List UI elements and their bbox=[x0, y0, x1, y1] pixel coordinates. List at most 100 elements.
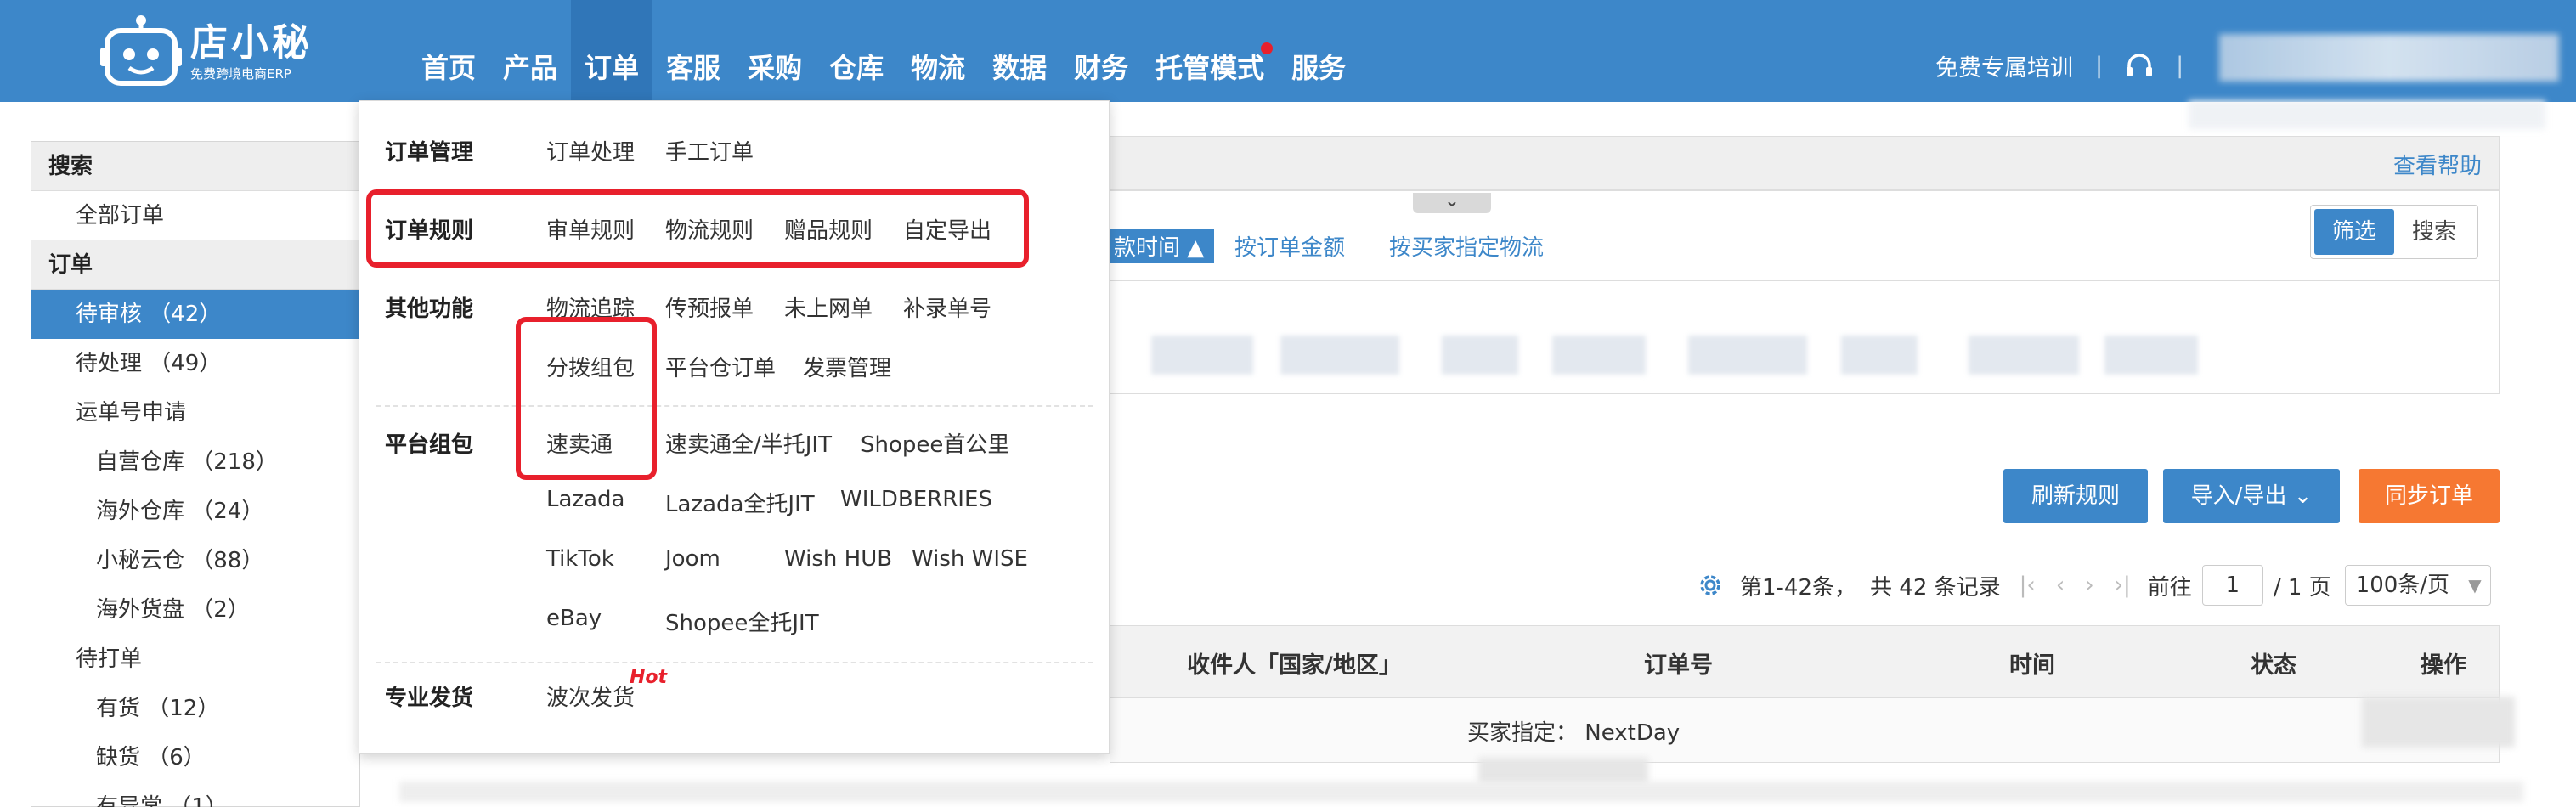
blurred-filter-chip bbox=[1841, 336, 1918, 375]
menu-item-ebay[interactable]: eBay bbox=[546, 606, 602, 631]
sidebar-item-xiaomi-cloud[interactable]: 小秘云仓 （88） bbox=[31, 536, 359, 585]
column-header-actions: 操作 bbox=[2421, 652, 2466, 679]
column-header-order-no: 订单号 bbox=[1644, 652, 1713, 679]
menu-item-not-online[interactable]: 未上网单 bbox=[784, 291, 873, 323]
page-size-select[interactable]: 100条/页 ▼ bbox=[2344, 565, 2491, 606]
blurred-filter-chip bbox=[1969, 336, 2079, 375]
prev-page-icon[interactable]: ‹ bbox=[2056, 573, 2065, 598]
nav-customer-service[interactable]: 客服 bbox=[652, 0, 734, 102]
dropdown-category-pro-shipping: 专业发货 bbox=[385, 686, 474, 711]
collapse-toggle[interactable]: ⌄ bbox=[1413, 190, 1491, 213]
menu-item-platform-warehouse-order[interactable]: 平台仓订单 bbox=[665, 351, 776, 382]
nav-purchasing[interactable]: 采购 bbox=[734, 0, 816, 102]
last-page-icon[interactable]: ›| bbox=[2115, 573, 2131, 598]
sidebar-item-own-warehouse[interactable]: 自营仓库 （218） bbox=[31, 437, 359, 487]
nav-orders[interactable]: 订单 bbox=[571, 0, 653, 102]
blurred-filter-chip bbox=[1442, 336, 1518, 375]
menu-item-invoice-management[interactable]: 发票管理 bbox=[803, 351, 891, 382]
filter-toggle-button[interactable]: 筛选 bbox=[2314, 209, 2394, 255]
nav-products[interactable]: 产品 bbox=[489, 0, 571, 102]
blurred-filter-chip bbox=[1151, 336, 1253, 375]
import-export-label: 导入/导出 bbox=[2190, 483, 2287, 509]
sidebar-item-overseas-pallet[interactable]: 海外货盘 （2） bbox=[31, 585, 359, 635]
highlight-box-order-rules bbox=[366, 189, 1029, 268]
sidebar-item-to-print[interactable]: 待打单 bbox=[31, 635, 359, 684]
pager-range: 第1-42条， bbox=[1740, 574, 1857, 601]
help-bar: 查看帮助 bbox=[1110, 136, 2500, 190]
menu-item-lazada-jit[interactable]: Lazada全托JIT bbox=[665, 487, 815, 518]
top-navbar: 店小秘 免费跨境电商ERP 首页 产品 订单 客服 采购 仓库 物流 数据 财务… bbox=[0, 0, 2576, 102]
sidebar-item-out-of-stock[interactable]: 缺货 （6） bbox=[31, 733, 359, 782]
chevron-down-icon: ⌄ bbox=[1443, 190, 1460, 212]
menu-item-shopee-first-mile[interactable]: Shopee首公里 bbox=[861, 427, 1009, 459]
refresh-rules-button[interactable]: 刷新规则 bbox=[2003, 469, 2148, 523]
page-size-value: 100条/页 bbox=[2355, 573, 2450, 598]
sidebar-item-all-orders[interactable]: 全部订单 bbox=[31, 191, 359, 240]
pager-total: 共 42 条记录 bbox=[1870, 574, 2001, 601]
menu-item-supplement-number[interactable]: 补录单号 bbox=[903, 291, 991, 323]
order-sidebar: 搜索 全部订单 订单 待审核 （42） 待处理 （49） 运单号申请 自营仓库 … bbox=[31, 141, 360, 807]
sidebar-item-exception[interactable]: 有异常 （1） bbox=[31, 782, 359, 807]
view-help-link[interactable]: 查看帮助 bbox=[2393, 149, 2482, 180]
sync-orders-button[interactable]: 同步订单 bbox=[2359, 469, 2500, 523]
brand-logo[interactable]: 店小秘 免费跨境电商ERP bbox=[100, 14, 313, 90]
menu-item-lazada[interactable]: Lazada bbox=[546, 487, 624, 512]
goto-label: 前往 bbox=[2147, 574, 2192, 601]
filter-panel: ⌄ 款时间 ▲ 按订单金额 按买家指定物流 筛选 搜索 bbox=[1110, 190, 2500, 394]
blurred-filter-chip bbox=[2104, 336, 2198, 375]
buyer-specified-note: 买家指定： NextDay bbox=[1467, 720, 1681, 746]
menu-item-order-processing[interactable]: 订单处理 bbox=[546, 135, 635, 166]
menu-item-pre-report[interactable]: 传预报单 bbox=[665, 291, 754, 323]
notification-dot-icon bbox=[1261, 42, 1274, 54]
menu-item-manual-order[interactable]: 手工订单 bbox=[665, 135, 754, 166]
menu-item-wish-wise[interactable]: Wish WISE bbox=[912, 546, 1028, 572]
table-row[interactable]: 买家指定： NextDay bbox=[1110, 698, 2500, 763]
first-page-icon[interactable]: |‹ bbox=[2020, 573, 2036, 598]
menu-item-wish-hub[interactable]: Wish HUB bbox=[784, 546, 892, 572]
page-count: / 1 页 bbox=[2273, 574, 2331, 601]
headset-icon[interactable] bbox=[2125, 53, 2154, 79]
menu-item-wildberries[interactable]: WILDBERRIES bbox=[840, 487, 992, 512]
nav-home[interactable]: 首页 bbox=[408, 0, 489, 102]
menu-item-tiktok[interactable]: TikTok bbox=[546, 546, 614, 572]
dropdown-category-platform-packing: 平台组包 bbox=[385, 432, 474, 458]
sidebar-item-to-process[interactable]: 待处理 （49） bbox=[31, 339, 359, 388]
sidebar-item-pending-review[interactable]: 待审核 （42） bbox=[31, 290, 359, 339]
chevron-down-icon: ▼ bbox=[2468, 575, 2482, 595]
page-number-input[interactable]: 1 bbox=[2201, 565, 2263, 606]
menu-item-wave-shipping[interactable]: 波次发货 bbox=[546, 680, 635, 712]
free-training-link[interactable]: 免费专属培训 bbox=[1935, 49, 2073, 82]
nav-hosting-mode[interactable]: 托管模式 bbox=[1142, 0, 1278, 102]
blurred-filter-chip bbox=[1280, 336, 1399, 375]
nav-services[interactable]: 服务 bbox=[1278, 0, 1359, 102]
menu-item-shopee-jit[interactable]: Shopee全托JIT bbox=[665, 606, 819, 637]
dropdown-category-order-management: 订单管理 bbox=[385, 140, 474, 166]
nav-warehouse[interactable]: 仓库 bbox=[816, 0, 897, 102]
chevron-down-icon: ⌄ bbox=[2293, 483, 2313, 509]
sort-by-amount[interactable]: 按订单金额 bbox=[1234, 230, 1345, 262]
sort-pay-time[interactable]: 款时间 ▲ bbox=[1110, 229, 1215, 263]
nav-logistics[interactable]: 物流 bbox=[897, 0, 979, 102]
import-export-button[interactable]: 导入/导出 ⌄ bbox=[2163, 469, 2340, 523]
highlight-box-split-pack bbox=[516, 317, 657, 480]
sidebar-group-orders: 订单 bbox=[31, 240, 359, 290]
sidebar-item-overseas-warehouse[interactable]: 海外仓库 （24） bbox=[31, 487, 359, 536]
pagination: 第1-42条， 共 42 条记录 |‹ ‹ › ›| 前往 1 / 1 页 10… bbox=[1696, 564, 2491, 607]
sidebar-item-waybill-request[interactable]: 运单号申请 bbox=[31, 388, 359, 437]
gear-icon[interactable] bbox=[1696, 571, 1725, 600]
blurred-account-area bbox=[2219, 34, 2559, 82]
menu-item-joom[interactable]: Joom bbox=[665, 546, 720, 572]
nav-finance[interactable]: 财务 bbox=[1060, 0, 1142, 102]
column-header-status: 状态 bbox=[2251, 652, 2296, 679]
filter-search-toggle: 筛选 搜索 bbox=[2310, 205, 2478, 259]
menu-item-aliexpress-jit[interactable]: 速卖通全/半托JIT bbox=[665, 427, 832, 459]
brand-tagline: 免费跨境电商ERP bbox=[190, 66, 291, 82]
blurred-strip bbox=[2189, 100, 2545, 129]
search-toggle-button[interactable]: 搜索 bbox=[2394, 209, 2474, 255]
sort-by-buyer-logistics[interactable]: 按买家指定物流 bbox=[1389, 230, 1544, 262]
nav-data[interactable]: 数据 bbox=[979, 0, 1060, 102]
sidebar-item-in-stock[interactable]: 有货 （12） bbox=[31, 684, 359, 733]
next-page-icon[interactable]: › bbox=[2085, 573, 2093, 598]
divider: | bbox=[2176, 53, 2184, 79]
divider: | bbox=[2095, 53, 2104, 79]
